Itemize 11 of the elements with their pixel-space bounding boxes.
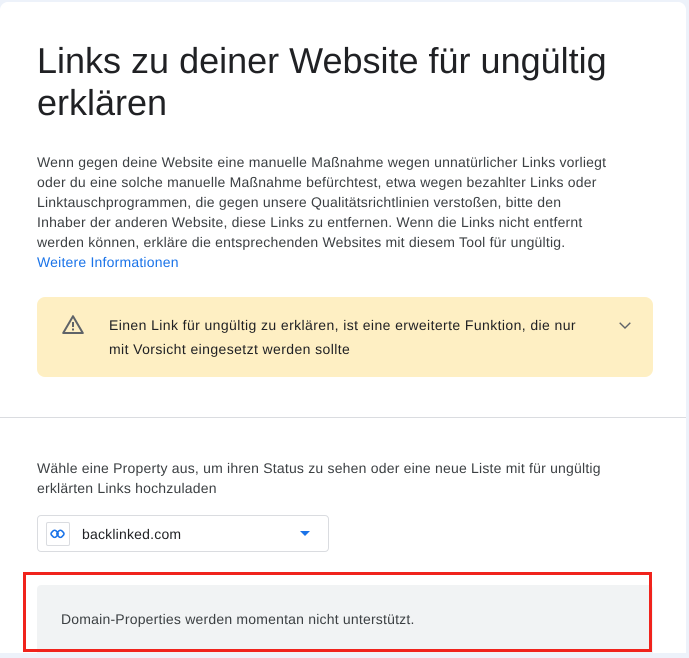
linked-rings-icon <box>46 522 70 546</box>
property-prompt-text: Wähle eine Property aus, um ihren Status zu sehen oder eine neue Liste mit für ungültig erklärten Links hochzuladen <box>37 459 602 498</box>
page-title: Links zu deiner Website für ungültig erklären <box>37 40 608 124</box>
chevron-icon[interactable] <box>619 322 631 329</box>
more-info-link[interactable]: Weitere Informationen <box>37 252 179 272</box>
property-select[interactable]: backlinked.com <box>37 515 329 552</box>
warning-icon <box>62 315 84 334</box>
notice-message: Domain-Properties werden momentan nicht unterstützt. <box>37 585 653 653</box>
warning-text: Einen Link für ungültig zu erklären, ist eine erweiterte Funktion, die nur mit Vorsicht eingesetzt werden sollte <box>109 316 577 359</box>
description-text: Wenn gegen deine Website eine manuelle Maßnahme wegen unnatürlicher Links vorliegt oder du eine solche manuelle Maßnahme befürchtest, etwa wegen bezahlter Links oder Linktauschprogrammen, die gegen unsere Qualitätsrichtlinien verstoßen, bitte den Inhaber der anderen Website, diese Links zu entfernen. Wenn die Links nicht entfernt werden können, erkläre die entsprechenden Websites mit diesem Tool für ungültig. <box>37 153 608 252</box>
caret-down-icon <box>300 531 310 536</box>
